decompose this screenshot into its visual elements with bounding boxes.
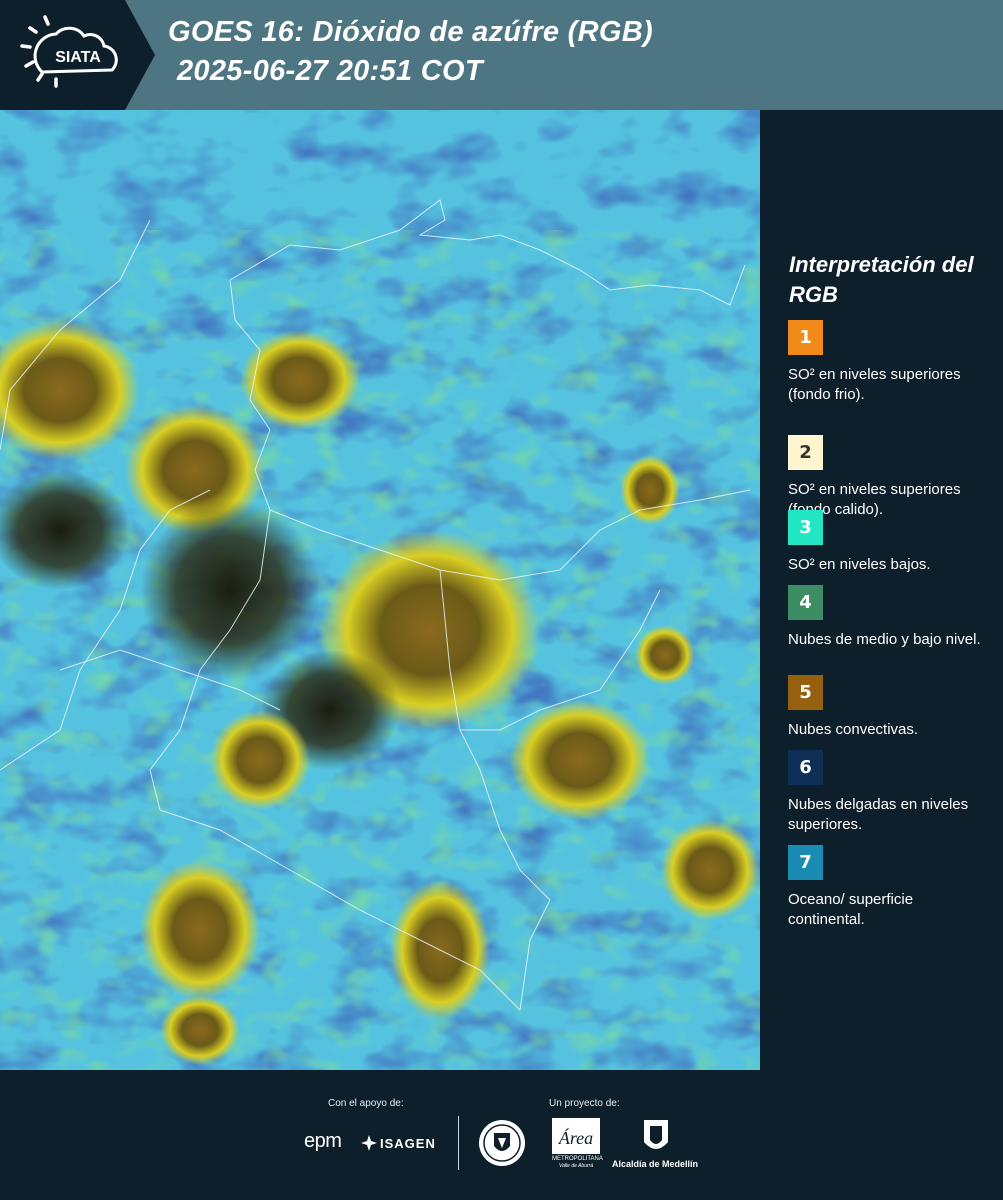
medellin-seal-icon bbox=[479, 1120, 525, 1166]
legend-label: Nubes convectivas. bbox=[788, 721, 919, 738]
header-bar: SIATA GOES 16: Dióxido de azúfre (RGB) 2… bbox=[0, 0, 1003, 110]
legend-item: 6 Nubes delgadas en niveles superiores. bbox=[788, 750, 988, 835]
legend-swatch: 7 bbox=[788, 845, 823, 880]
footer: Con el apoyo de: Un proyecto de: epm ISA… bbox=[0, 1070, 1003, 1200]
satellite-image bbox=[0, 110, 760, 1070]
legend-title: Interpretación del RGB bbox=[789, 252, 974, 307]
area-label-2: Valle de Aburrá bbox=[559, 1163, 594, 1169]
legend-item: 5 Nubes convectivas. bbox=[788, 675, 988, 740]
legend-item: 4 Nubes de medio y bajo nivel. bbox=[788, 585, 988, 650]
legend-label: Nubes delgadas en niveles superiores. bbox=[788, 796, 969, 833]
legend-label: SO² en niveles superiores (fondo frio). bbox=[788, 366, 961, 403]
legend-swatch: 4 bbox=[788, 585, 823, 620]
timestamp: 2025-06-27 20:51 COT bbox=[177, 55, 483, 87]
isagen-icon bbox=[361, 1135, 377, 1151]
legend-swatch: 2 bbox=[788, 435, 823, 470]
page-title: GOES 16: Dióxido de azúfre (RGB) bbox=[168, 16, 653, 48]
legend-swatch: 6 bbox=[788, 750, 823, 785]
epm-logo: epm bbox=[304, 1130, 342, 1152]
legend-item: 2 SO² en niveles superiores (fondo calido… bbox=[788, 435, 988, 520]
legend-swatch: 1 bbox=[788, 320, 823, 355]
legend-item: 3 SO² en niveles bajos. bbox=[788, 510, 988, 575]
legend-label: Oceano/ superficie continental. bbox=[788, 891, 914, 928]
legend-label: SO² en niveles bajos. bbox=[788, 556, 931, 573]
legend-swatch: 3 bbox=[788, 510, 823, 545]
satellite-map bbox=[0, 110, 760, 1070]
svg-text:Área: Área bbox=[558, 1127, 593, 1148]
footer-divider bbox=[458, 1116, 459, 1170]
legend-swatch: 5 bbox=[788, 675, 823, 710]
alcaldia-shield-icon bbox=[644, 1120, 668, 1149]
brand-text: SIATA bbox=[55, 49, 101, 66]
isagen-logo: ISAGEN bbox=[380, 1136, 436, 1151]
alcaldia-label: Alcaldía de Medellín bbox=[612, 1159, 699, 1169]
support-caption: Con el apoyo de: bbox=[328, 1098, 404, 1109]
legend-item: 1 SO² en niveles superiores (fondo frio). bbox=[788, 320, 988, 405]
legend-item: 7 Oceano/ superficie continental. bbox=[788, 845, 988, 930]
siata-logo: SIATA bbox=[0, 0, 155, 110]
legend-panel: Interpretación del RGB 1 SO² en niveles s… bbox=[760, 110, 1003, 1070]
area-label-1: METROPOLITANA bbox=[552, 1156, 603, 1162]
legend-label: Nubes de medio y bajo nivel. bbox=[788, 631, 981, 648]
project-caption: Un proyecto de: bbox=[549, 1098, 620, 1109]
